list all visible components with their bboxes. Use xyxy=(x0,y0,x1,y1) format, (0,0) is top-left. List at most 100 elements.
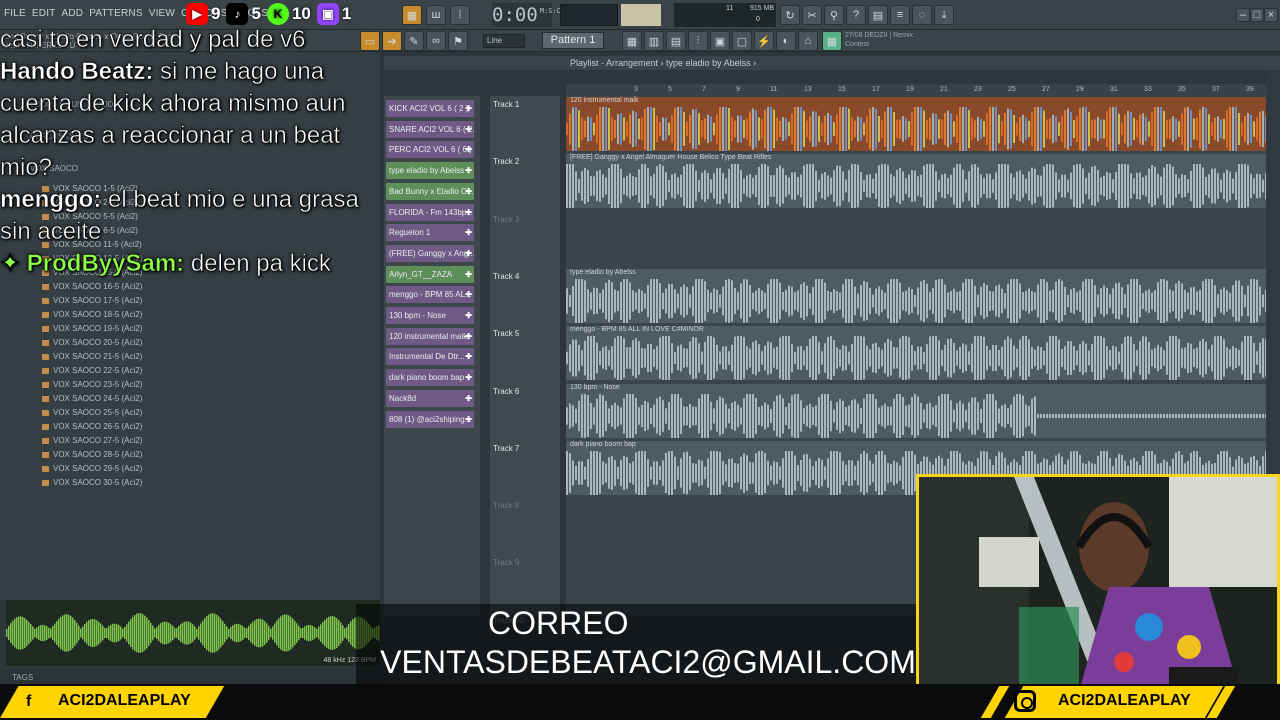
playlist-icon[interactable]: ▦ xyxy=(622,31,642,51)
channel-button[interactable]: KICK ACI2 VOL 6 ( 2 ) ✚ xyxy=(386,100,474,117)
browser-file[interactable]: VOX SAOCO 21-5 (Aci2) xyxy=(42,352,142,361)
browser-file[interactable]: VOX SAOCO 23-5 (Aci2) xyxy=(42,380,142,389)
menu-item-add[interactable]: ADD xyxy=(62,8,84,19)
add-icon[interactable]: ✚ xyxy=(465,266,472,283)
browser-file[interactable]: VOX SAOCO 22-5 (Aci2) xyxy=(42,366,142,375)
channel-button[interactable]: type eladio by Abelss ✚ xyxy=(386,162,474,180)
track-header[interactable]: Track 7 xyxy=(493,444,519,453)
track-header[interactable]: Track 8 xyxy=(493,501,519,510)
record-mode-button[interactable]: ⁞ xyxy=(450,5,470,25)
pattern-song-toggle[interactable]: ▦ xyxy=(402,5,422,25)
menu-item-view[interactable]: VIEW xyxy=(149,8,175,19)
browser-file[interactable]: VOX SAOCO 26-5 (Aci2) xyxy=(42,422,142,431)
track-header[interactable]: Track 5 xyxy=(493,329,519,338)
browser-file[interactable]: VOX SAOCO 17-5 (Aci2) xyxy=(42,296,142,305)
channel-button[interactable]: Nack8d ✚ xyxy=(386,389,474,407)
audio-clip[interactable]: 130 bpm - Nose xyxy=(566,383,1266,438)
download-icon[interactable]: ⤓ xyxy=(934,5,954,25)
refresh-icon[interactable]: ↻ xyxy=(780,5,800,25)
channel-button[interactable]: (FREE) Ganggy x Ang... ✚ xyxy=(386,244,474,262)
stamp-icon[interactable]: ⚑ xyxy=(448,31,468,51)
add-icon[interactable]: ✚ xyxy=(465,328,472,345)
mixer-view-icon[interactable]: ⫶ xyxy=(688,31,708,51)
plug-icon[interactable]: ⚡ xyxy=(754,31,774,51)
tempo-button[interactable]: ш xyxy=(426,5,446,25)
add-icon[interactable]: ✚ xyxy=(465,286,472,303)
add-icon[interactable]: ✚ xyxy=(465,245,472,262)
add-icon[interactable]: ✚ xyxy=(465,390,472,407)
chat-icon[interactable]: ◌ xyxy=(912,5,932,25)
pattern-selector[interactable]: Pattern 1 xyxy=(542,32,604,49)
playlist-ruler[interactable]: 357911131517192123252729313335373941 xyxy=(566,84,1266,96)
add-icon[interactable]: ✚ xyxy=(465,141,472,158)
channel-button[interactable]: PERC ACI2 VOL 6 ( 6 ) ✚ xyxy=(386,141,474,159)
add-icon[interactable]: ✚ xyxy=(465,411,472,428)
news-icon[interactable]: ▦ xyxy=(822,31,842,51)
save-icon[interactable]: ▤ xyxy=(868,5,888,25)
browser-file[interactable]: VOX SAOCO 30-5 (Aci2) xyxy=(42,478,142,487)
help-icon[interactable]: ? xyxy=(846,5,866,25)
maximize-icon[interactable]: □ xyxy=(1250,8,1264,22)
track-header[interactable]: Track 2 xyxy=(493,157,519,166)
mixer-icon[interactable]: ≡ xyxy=(890,5,910,25)
add-icon[interactable]: ✚ xyxy=(465,204,472,221)
channel-button[interactable]: Regueton 1 ✚ xyxy=(386,224,474,242)
template-icon[interactable]: ⌂ xyxy=(798,31,818,51)
cut-icon[interactable]: ✂ xyxy=(802,5,822,25)
track-header[interactable]: Track 9 xyxy=(493,558,519,567)
snap-select[interactable]: Line xyxy=(483,34,525,48)
track-header[interactable]: Track 1 xyxy=(493,100,519,109)
channel-rack-icon[interactable]: ▤ xyxy=(666,31,686,51)
add-icon[interactable]: ✚ xyxy=(465,100,472,117)
tempo-tap-icon[interactable]: ◐ xyxy=(776,31,796,51)
browser-file[interactable]: VOX SAOCO 20-5 (Aci2) xyxy=(42,338,142,347)
pencil-icon[interactable]: ✎ xyxy=(404,31,424,51)
channel-button[interactable]: 130 bpm - Nose ✚ xyxy=(386,307,474,324)
add-icon[interactable]: ✚ xyxy=(465,348,472,365)
add-icon[interactable]: ✚ xyxy=(465,121,472,138)
mic-icon[interactable]: ⚲ xyxy=(824,5,844,25)
channel-button[interactable]: FLORIDA - Fm 143bp... ✚ xyxy=(386,203,474,221)
track-header[interactable]: Track 4 xyxy=(493,272,519,281)
add-icon[interactable]: ✚ xyxy=(465,369,472,386)
channel-button[interactable]: SNARE ACI2 VOL 6 ( 2... ✚ xyxy=(386,120,474,138)
add-icon[interactable]: ✚ xyxy=(465,162,472,179)
browser-file[interactable]: VOX SAOCO 25-5 (Aci2) xyxy=(42,408,142,417)
track-header[interactable]: Track 3 xyxy=(493,215,519,224)
browser-icon[interactable]: ▣ xyxy=(710,31,730,51)
add-icon[interactable]: ✚ xyxy=(465,224,472,241)
close-icon[interactable]: × xyxy=(1264,8,1278,22)
waveform-bar xyxy=(914,170,916,202)
channel-button[interactable]: 808 (1) @aci2shiping... ✚ xyxy=(386,410,474,428)
plugin-icon[interactable]: ▢ xyxy=(732,31,752,51)
piano-roll-icon[interactable]: ▥ xyxy=(644,31,664,51)
track-header[interactable]: Track 6 xyxy=(493,387,519,396)
browser-file[interactable]: VOX SAOCO 18-5 (Aci2) xyxy=(42,310,142,319)
channel-button[interactable]: Arlyn_GT__ZAZA ✚ xyxy=(386,265,474,283)
channel-button[interactable]: dark piano boom bap ✚ xyxy=(386,369,474,387)
menu-item-file[interactable]: FILE xyxy=(4,8,26,19)
browser-file[interactable]: VOX SAOCO 27-5 (Aci2) xyxy=(42,436,142,445)
channel-button[interactable]: menggo - BPM 85 AL... ✚ xyxy=(386,286,474,304)
time-display[interactable]: 0:00 M:S:CS xyxy=(492,3,565,27)
waveform-bar xyxy=(1031,347,1033,370)
channel-button[interactable]: 120 instrumental maik ✚ xyxy=(386,327,474,345)
menu-item-patterns[interactable]: PATTERNS xyxy=(89,8,142,19)
minimize-icon[interactable]: – xyxy=(1236,8,1250,22)
audio-clip[interactable]: 120 instrumental maik xyxy=(566,97,1266,151)
channel-button[interactable]: Instrumental De Dtr... ✚ xyxy=(386,348,474,366)
add-icon[interactable]: ✚ xyxy=(465,307,472,324)
browser-file[interactable]: VOX SAOCO 16-5 (Aci2) xyxy=(42,282,142,291)
channel-button[interactable]: Bad Bunny x Eladio C... ✚ xyxy=(386,182,474,200)
audio-clip[interactable]: menggo - BPM 85 ALL IN LOVE C#MINOR xyxy=(566,326,1266,381)
waveform-bar xyxy=(611,455,613,490)
browser-file[interactable]: VOX SAOCO 29-5 (Aci2) xyxy=(42,464,142,473)
browser-file[interactable]: VOX SAOCO 19-5 (Aci2) xyxy=(42,324,142,333)
browser-file[interactable]: VOX SAOCO 28-5 (Aci2) xyxy=(42,450,142,459)
browser-file[interactable]: VOX SAOCO 24-5 (Aci2) xyxy=(42,394,142,403)
audio-clip[interactable]: type eladio by Abelss xyxy=(566,268,1266,323)
menu-item-edit[interactable]: EDIT xyxy=(32,8,56,19)
audio-clip[interactable]: [FREE] Ganggy x Angel Almaguer House Bel… xyxy=(566,154,1266,209)
link-icon[interactable]: ∞ xyxy=(426,31,446,51)
add-icon[interactable]: ✚ xyxy=(465,183,472,200)
